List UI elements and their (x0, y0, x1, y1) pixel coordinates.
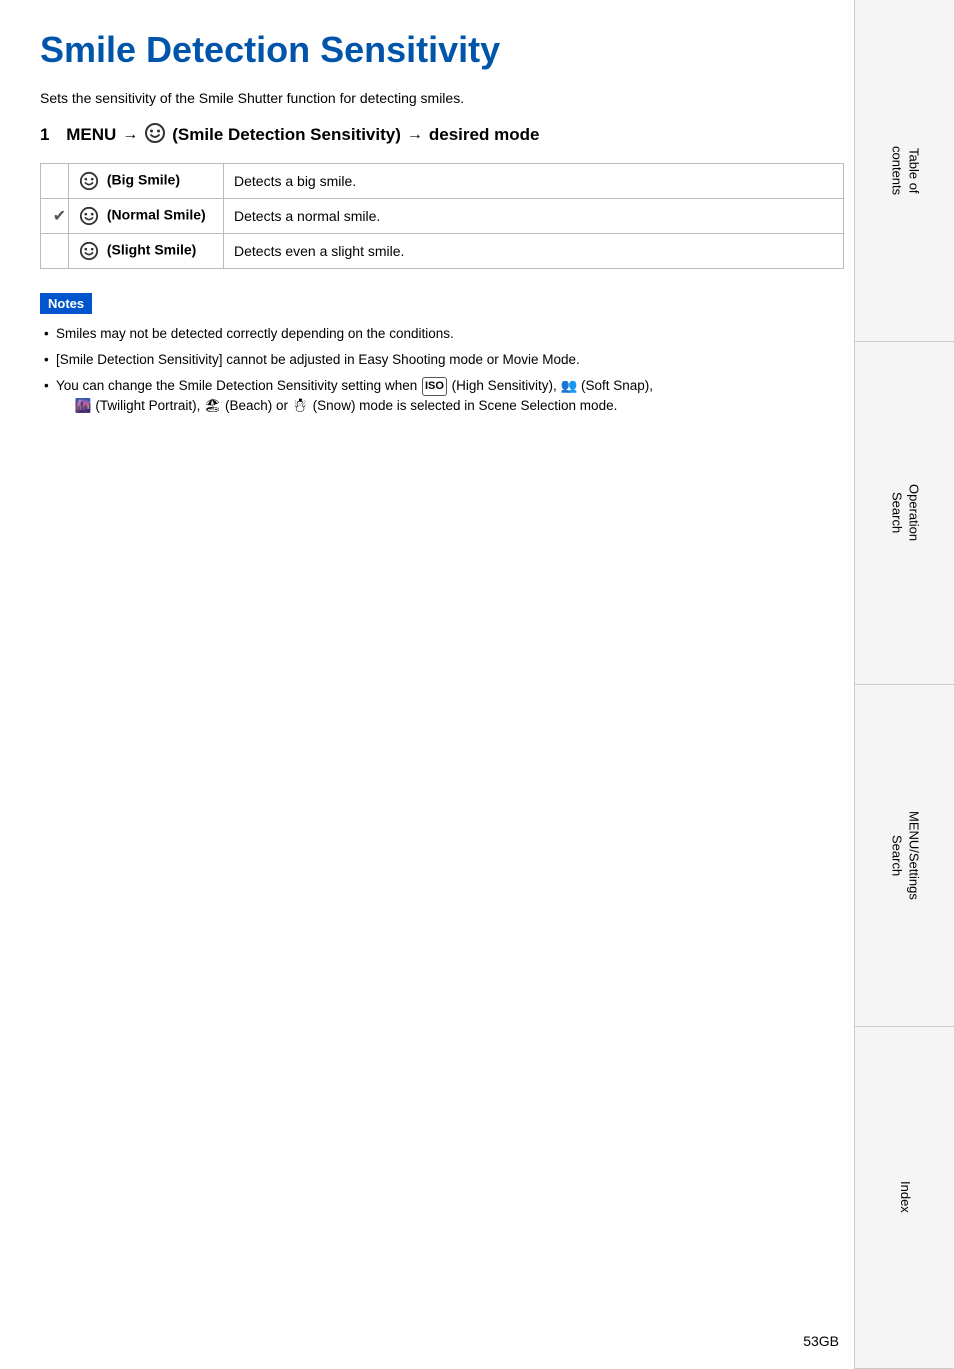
notes-section: Notes Smiles may not be detected correct… (40, 293, 844, 417)
checkmark-cell (41, 163, 69, 198)
table-row: ✔ (Normal Smile) Detects a normal smile. (41, 198, 844, 233)
desired-mode-text: desired mode (429, 125, 540, 145)
twilight-portrait-icon: 🌆 (75, 398, 92, 413)
page-description: Sets the sensitivity of the Smile Shutte… (40, 90, 844, 106)
option-label: (Slight Smile) (107, 241, 196, 257)
note-item: [Smile Detection Sensitivity] cannot be … (40, 350, 844, 370)
checkmark-cell (41, 233, 69, 268)
option-label: (Normal Smile) (107, 206, 206, 222)
sidebar-tab-operation-search[interactable]: OperationSearch (854, 342, 954, 684)
page-number: 53GB (803, 1333, 839, 1349)
option-label-cell: (Normal Smile) (69, 198, 224, 233)
option-description-cell: Detects a big smile. (224, 163, 844, 198)
beach-icon: 🏖 (204, 398, 221, 413)
right-sidebar: Table ofcontents OperationSearch MENU/Se… (854, 0, 954, 1369)
menu-instruction: 1 MENU → (Smile Detection Sensitivity) →… (40, 122, 844, 149)
option-description-cell: Detects a normal smile. (224, 198, 844, 233)
options-table: (Big Smile) Detects a big smile.✔ (Norma… (40, 163, 844, 269)
option-label-cell: (Big Smile) (69, 163, 224, 198)
checkmark-icon: ✔ (53, 208, 66, 225)
arrow-icon-2: → (407, 126, 423, 144)
sidebar-tab-menu-settings-search[interactable]: MENU/SettingsSearch (854, 685, 954, 1027)
menu-instruction-text: (Smile Detection Sensitivity) (172, 125, 401, 145)
notes-label: Notes (40, 293, 92, 314)
sidebar-tab-index[interactable]: Index (854, 1027, 954, 1369)
smile-icon (79, 171, 99, 191)
page-title: Smile Detection Sensitivity (40, 30, 844, 70)
option-label: (Big Smile) (107, 171, 180, 187)
soft-snap-icon: 👥 (560, 378, 577, 393)
option-description-cell: Detects even a slight smile. (224, 233, 844, 268)
arrow-icon-1: → (122, 126, 138, 144)
table-row: (Big Smile) Detects a big smile. (41, 163, 844, 198)
menu-step-number: 1 (40, 125, 49, 145)
sidebar-tab-table-of-contents[interactable]: Table ofcontents (854, 0, 954, 342)
note-item: Smiles may not be detected correctly dep… (40, 324, 844, 344)
option-label-cell: (Slight Smile) (69, 233, 224, 268)
table-row: (Slight Smile) Detects even a slight smi… (41, 233, 844, 268)
snow-icon: ☃ (292, 398, 309, 413)
checkmark-cell: ✔ (41, 198, 69, 233)
smile-icon (79, 241, 99, 261)
smile-icon (79, 206, 99, 226)
note-item: You can change the Smile Detection Sensi… (40, 376, 844, 417)
iso-icon: ISO (422, 377, 447, 396)
smile-detection-icon (144, 122, 166, 149)
notes-list: Smiles may not be detected correctly dep… (40, 324, 844, 417)
menu-label: MENU (66, 125, 116, 145)
